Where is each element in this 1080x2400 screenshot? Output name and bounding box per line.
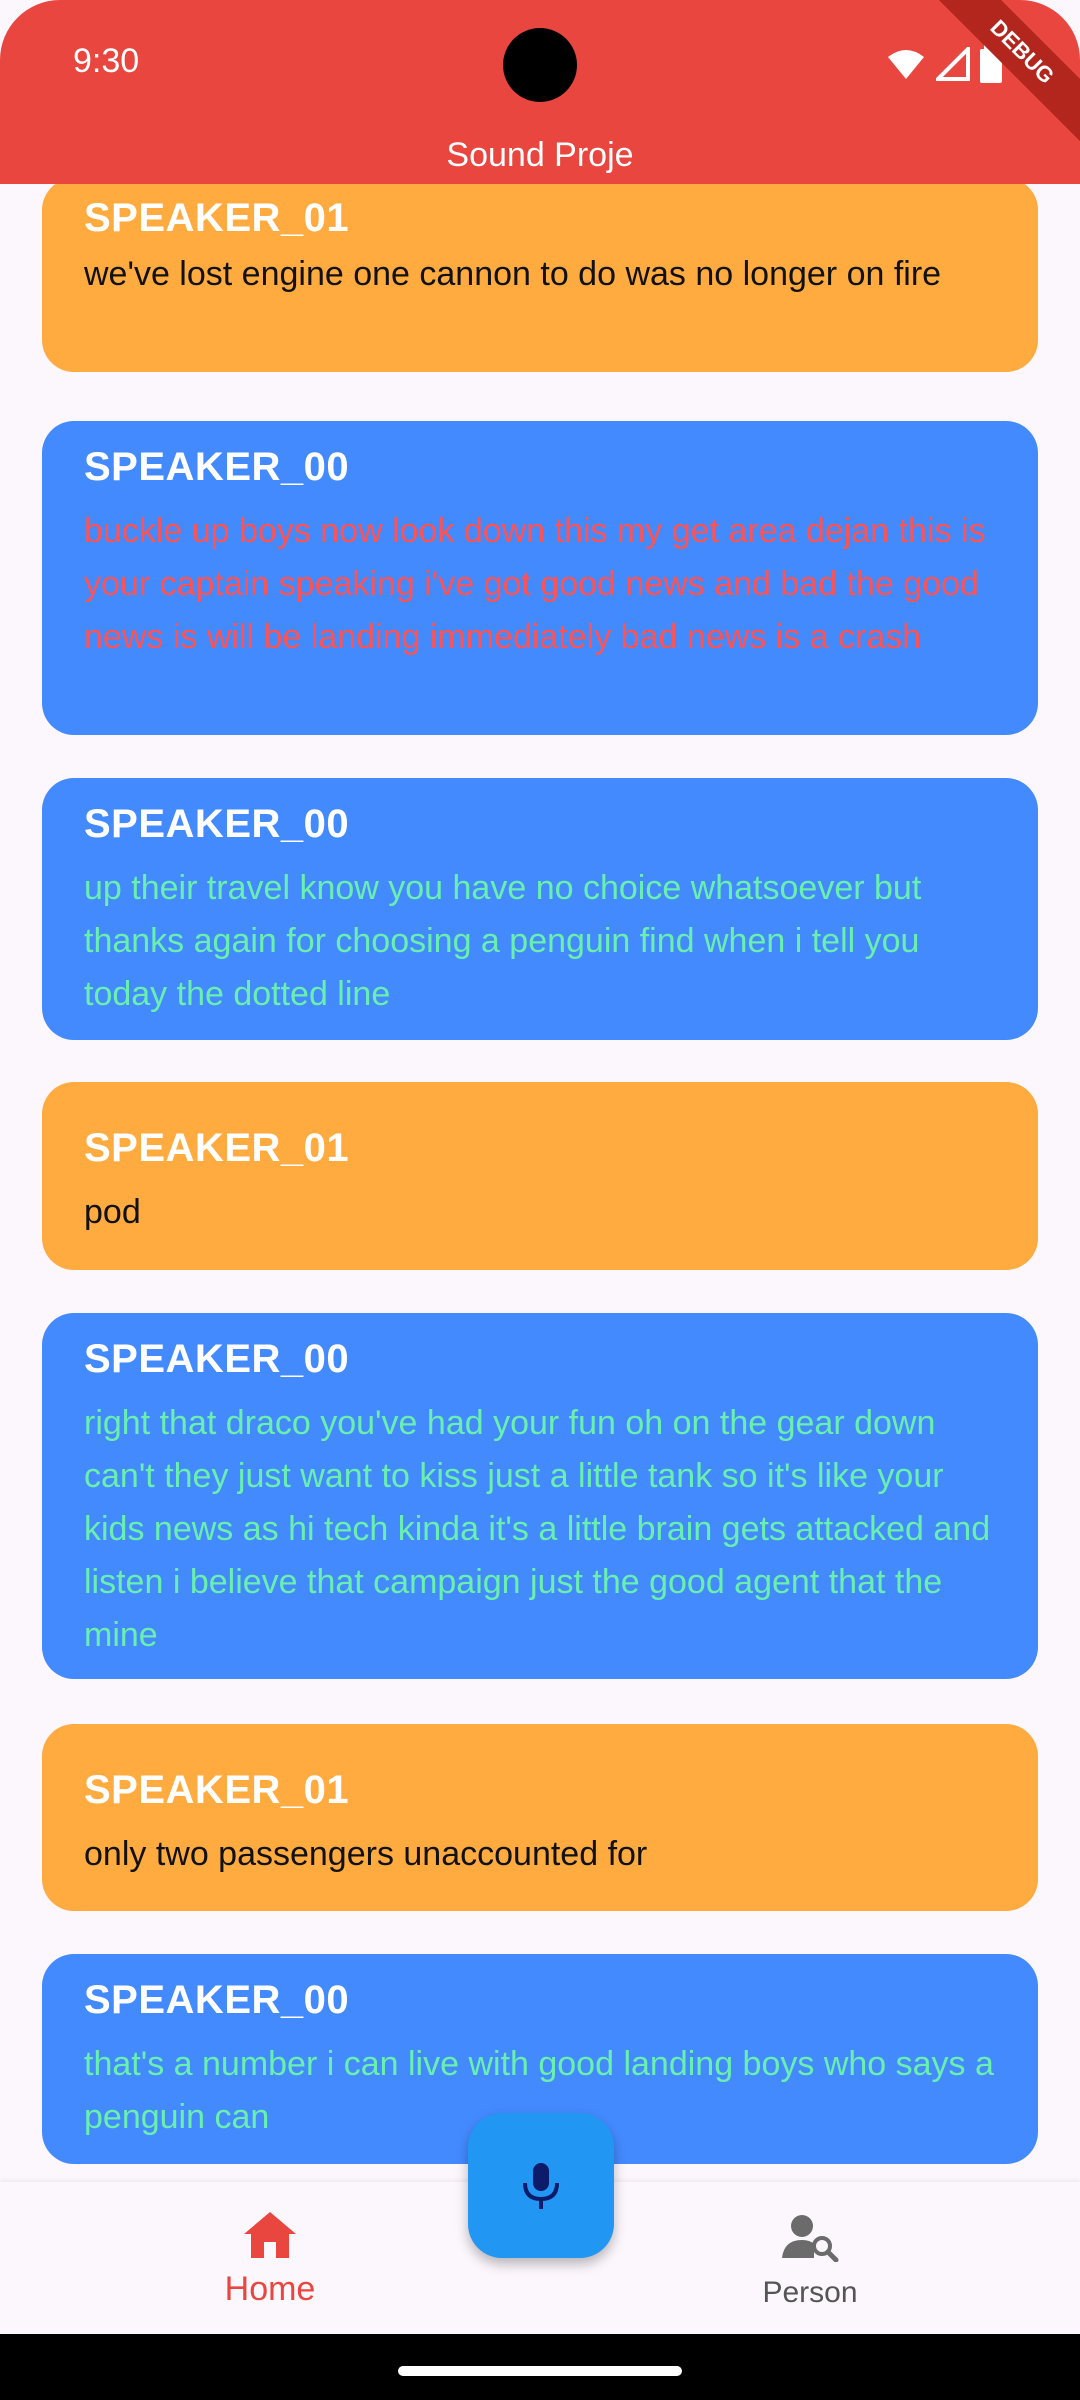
message-text: we've lost engine one cannon to do was n… xyxy=(84,255,942,293)
person-search-icon xyxy=(782,2215,839,2262)
status-time: 9:30 xyxy=(73,42,140,80)
nav-item-home[interactable]: Home xyxy=(210,2210,330,2320)
message-card: SPEAKER_01 we've lost engine one cannon … xyxy=(42,184,1038,372)
message-text: only two passengers unaccounted for xyxy=(84,1835,648,1873)
message-text: right that draco you've had your fun oh … xyxy=(84,1404,991,1654)
page-title: Sound Proje xyxy=(446,136,634,174)
message-card: SPEAKER_01 only two passengers unaccount… xyxy=(42,1724,1038,1911)
mic-icon xyxy=(523,2163,559,2209)
home-indicator[interactable] xyxy=(398,2366,682,2376)
camera-cutout xyxy=(503,28,577,102)
nav-label-home: Home xyxy=(224,2270,316,2308)
status-icons xyxy=(886,44,1002,84)
speaker-label: SPEAKER_00 xyxy=(84,802,350,846)
message-text: up their travel know you have no choice … xyxy=(84,869,922,1013)
message-card: SPEAKER_00 buckle up boys now look down … xyxy=(42,421,1038,735)
nav-label-person: Person xyxy=(762,2276,858,2309)
home-icon xyxy=(244,2212,296,2258)
message-card: SPEAKER_00 up their travel know you have… xyxy=(42,778,1038,1040)
speaker-label: SPEAKER_00 xyxy=(84,445,350,489)
wifi-icon xyxy=(888,50,924,79)
speaker-label: SPEAKER_01 xyxy=(84,1768,350,1812)
app-bar: 9:30 DEBUG Sound Proje xyxy=(0,0,1080,184)
nav-item-person[interactable]: Person xyxy=(750,2210,870,2320)
speaker-label: SPEAKER_00 xyxy=(84,1337,350,1381)
message-text: buckle up boys now look down this my get… xyxy=(84,512,986,656)
signal-icon xyxy=(936,47,970,81)
speaker-label: SPEAKER_01 xyxy=(84,196,350,240)
record-button[interactable] xyxy=(468,2113,614,2258)
transcript-list[interactable]: SPEAKER_01 we've lost engine one cannon … xyxy=(0,184,1080,2182)
message-card: SPEAKER_01 pod xyxy=(42,1082,1038,1270)
speaker-label: SPEAKER_00 xyxy=(84,1978,350,2022)
message-card: SPEAKER_00 right that draco you've had y… xyxy=(42,1313,1038,1679)
message-text: pod xyxy=(84,1193,141,1231)
speaker-label: SPEAKER_01 xyxy=(84,1126,350,1170)
